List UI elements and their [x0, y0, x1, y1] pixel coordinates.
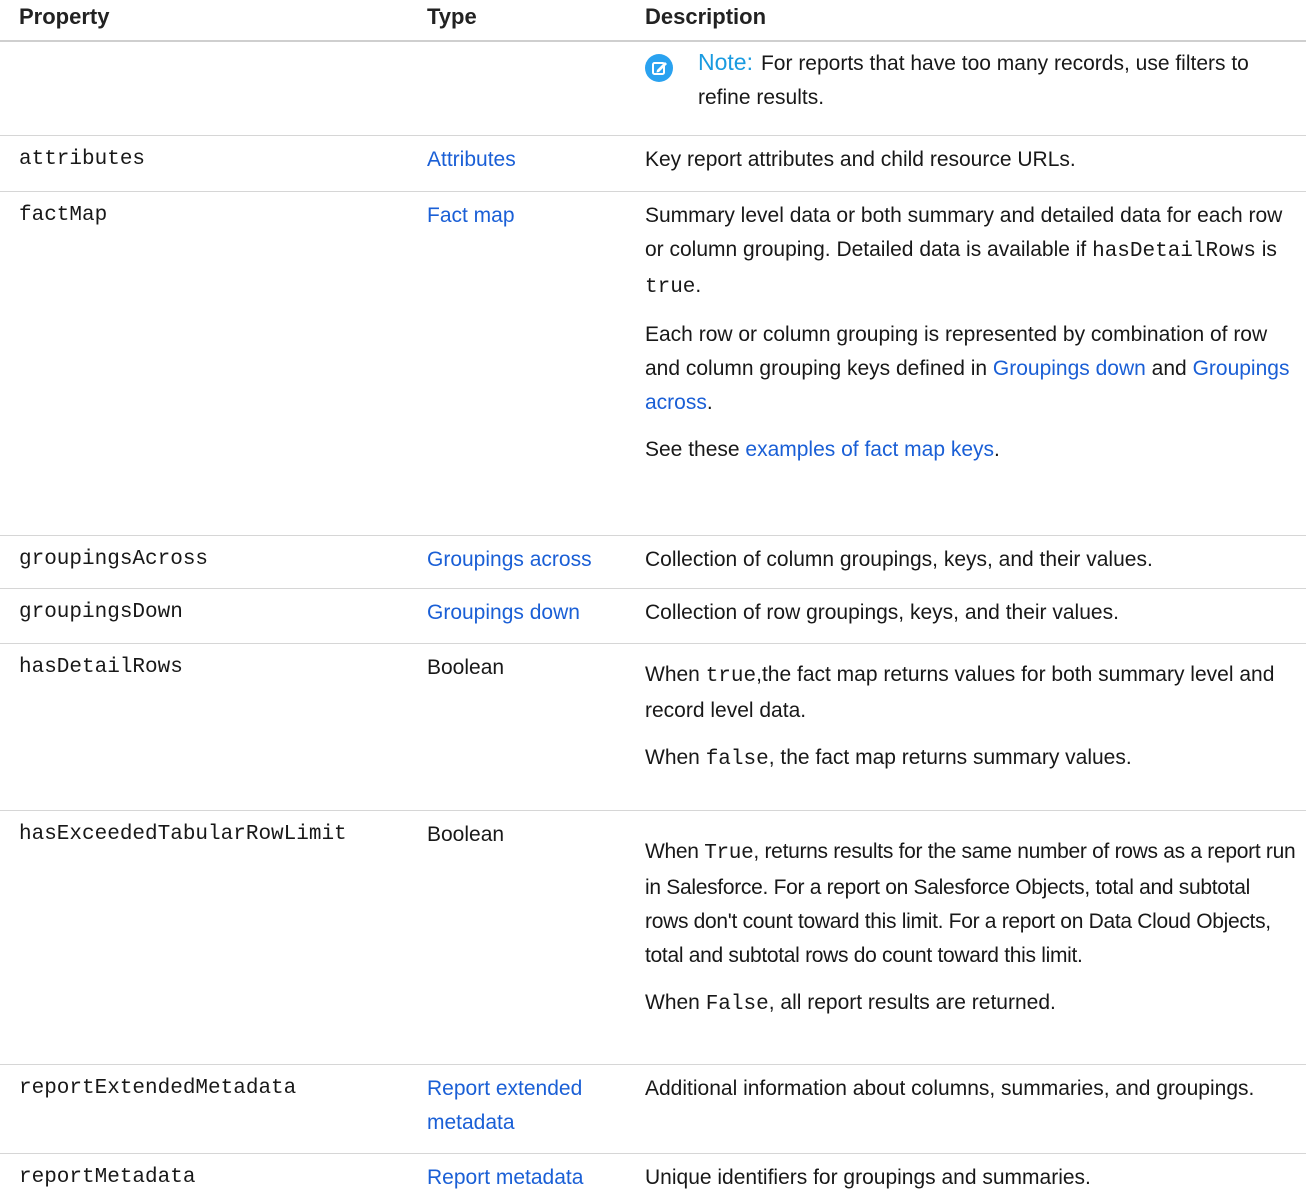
description: Key report attributes and child resource…	[627, 136, 1306, 192]
property-name: reportMetadata	[0, 1154, 407, 1201]
type-link-groupings-down[interactable]: Groupings down	[427, 601, 580, 624]
code-true: true	[706, 665, 756, 688]
description: Collection of row groupings, keys, and t…	[627, 589, 1306, 644]
table-row: hasDetailRows Boolean When true,the fact…	[0, 644, 1306, 811]
note-label: Note:	[698, 49, 753, 75]
empty-cell	[0, 41, 407, 136]
table-row: hasExceededTabularRowLimit Boolean When …	[0, 811, 1306, 1065]
description-paragraph: When true,the fact map returns values fo…	[645, 658, 1296, 728]
type-text: Boolean	[407, 811, 627, 1065]
description-paragraph: When false, the fact map returns summary…	[645, 741, 1296, 777]
type-link-report-extended-metadata[interactable]: Report extended metadata	[427, 1072, 607, 1140]
table-row: Note:For reports that have too many reco…	[0, 41, 1306, 136]
header-description: Description	[627, 0, 1306, 41]
property-name: hasExceededTabularRowLimit	[0, 811, 407, 1065]
property-name: groupingsAcross	[0, 536, 407, 589]
description-paragraph: When True, returns results for the same …	[645, 835, 1296, 973]
description: When True, returns results for the same …	[627, 811, 1306, 1065]
type-text: Boolean	[407, 644, 627, 811]
description: When true,the fact map returns values fo…	[627, 644, 1306, 811]
description-paragraph: Summary level data or both summary and d…	[645, 199, 1296, 305]
property-name: reportExtendedMetadata	[0, 1065, 407, 1154]
type-link-attributes[interactable]: Attributes	[427, 148, 516, 171]
header-property: Property	[0, 0, 407, 41]
properties-table: Property Type Description Note:For repor…	[0, 0, 1306, 1201]
edit-note-icon	[645, 54, 673, 82]
table-header-row: Property Type Description	[0, 0, 1306, 41]
empty-cell	[407, 41, 627, 136]
table-row: attributes Attributes Key report attribu…	[0, 136, 1306, 192]
note-text: For reports that have too many records, …	[698, 52, 1249, 109]
table-row: reportMetadata Report metadata Unique id…	[0, 1154, 1306, 1201]
note-text-block: Note:For reports that have too many reco…	[698, 45, 1296, 115]
fact-map-keys-link[interactable]: examples of fact map keys	[745, 438, 994, 461]
description-paragraph: Each row or column grouping is represent…	[645, 318, 1296, 420]
table-row: reportExtendedMetadata Report extended m…	[0, 1065, 1306, 1154]
code-true: True	[704, 842, 753, 865]
code-has-detail-rows: hasDetailRows	[1092, 240, 1256, 263]
note-cell: Note:For reports that have too many reco…	[627, 41, 1306, 136]
property-name: groupingsDown	[0, 589, 407, 644]
description: Additional information about columns, su…	[627, 1065, 1306, 1154]
code-false: false	[706, 748, 769, 771]
description-paragraph: See these examples of fact map keys.	[645, 433, 1296, 467]
table-row: groupingsDown Groupings down Collection …	[0, 589, 1306, 644]
groupings-down-link[interactable]: Groupings down	[993, 357, 1146, 380]
table-row: groupingsAcross Groupings across Collect…	[0, 536, 1306, 589]
description: Unique identifiers for groupings and sum…	[627, 1154, 1306, 1201]
type-link-groupings-across[interactable]: Groupings across	[427, 548, 592, 571]
property-name: factMap	[0, 192, 407, 536]
type-link-fact-map[interactable]: Fact map	[427, 204, 515, 227]
property-name: attributes	[0, 136, 407, 192]
code-true: true	[645, 276, 695, 299]
code-false: False	[706, 993, 769, 1016]
note-callout: Note:For reports that have too many reco…	[645, 45, 1296, 115]
description: Collection of column groupings, keys, an…	[627, 536, 1306, 589]
description-paragraph: When False, all report results are retur…	[645, 986, 1296, 1022]
description: Summary level data or both summary and d…	[627, 192, 1306, 536]
header-type: Type	[407, 0, 627, 41]
table-row: factMap Fact map Summary level data or b…	[0, 192, 1306, 536]
property-name: hasDetailRows	[0, 644, 407, 811]
type-link-report-metadata[interactable]: Report metadata	[427, 1166, 583, 1189]
